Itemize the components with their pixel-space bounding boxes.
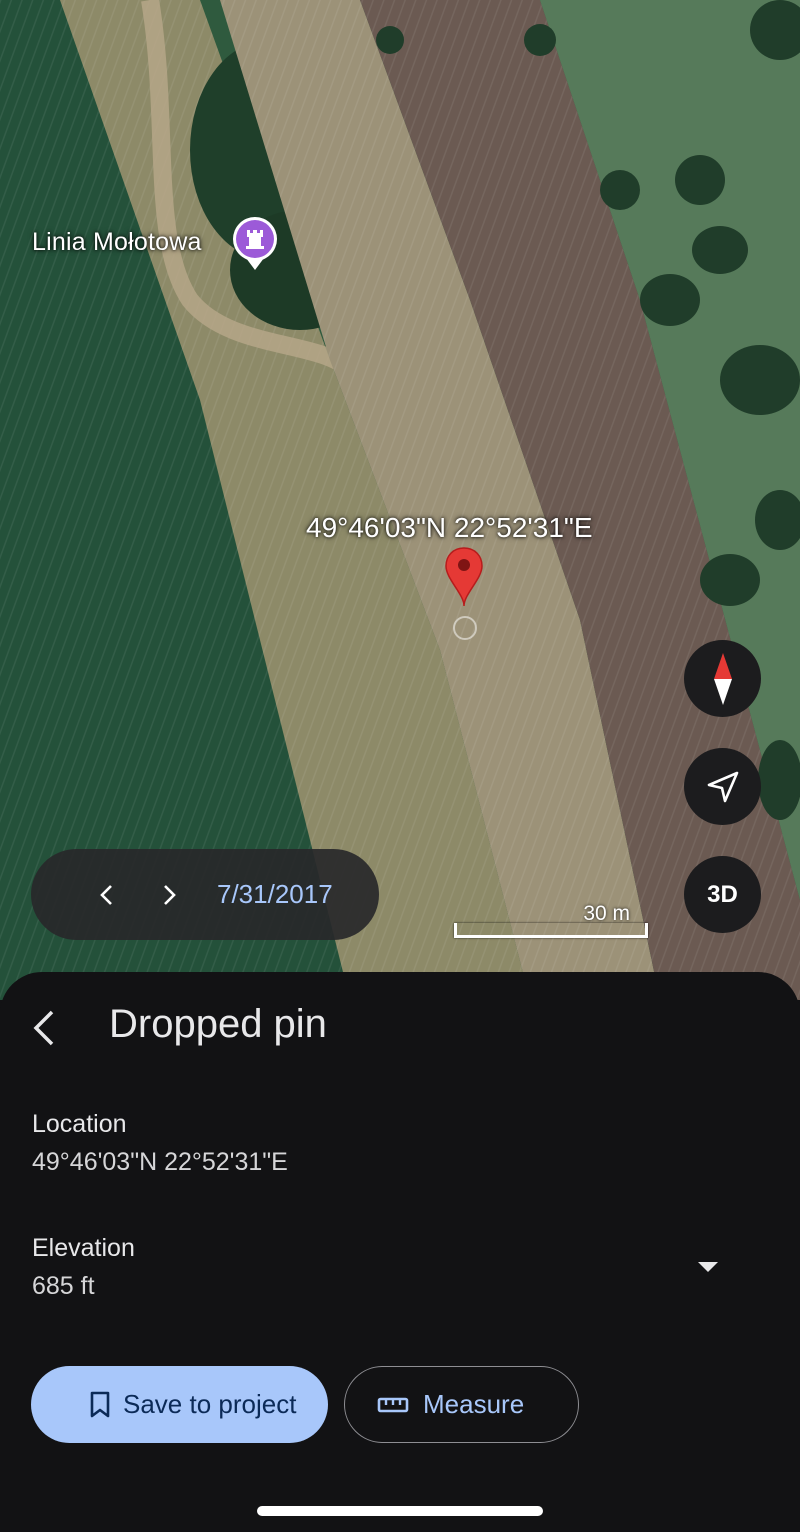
map-scale: 30 m bbox=[452, 900, 648, 940]
previous-date-button[interactable] bbox=[83, 871, 131, 919]
castle-icon[interactable] bbox=[230, 216, 280, 272]
pin-coordinates-label: 49°46'03"N 22°52'31"E bbox=[306, 512, 593, 543]
elevation-label: Elevation bbox=[32, 1234, 135, 1262]
satellite-map[interactable]: Linia Mołotowa 49°46'03"N 22°52'31"E 3D bbox=[0, 0, 800, 1000]
home-indicator[interactable] bbox=[257, 1506, 543, 1516]
3d-toggle-button[interactable]: 3D bbox=[684, 856, 761, 933]
next-date-button[interactable] bbox=[145, 871, 193, 919]
imagery-date[interactable]: 7/31/2017 bbox=[217, 879, 333, 910]
measure-button-label: Measure bbox=[423, 1389, 525, 1419]
elevation-value: 685 ft bbox=[32, 1272, 95, 1300]
elevation-expand-button[interactable] bbox=[690, 1252, 726, 1282]
back-button[interactable] bbox=[20, 1000, 68, 1056]
poi-label[interactable]: Linia Mołotowa bbox=[32, 228, 202, 257]
pin-ground-marker bbox=[453, 616, 477, 640]
compass-button[interactable] bbox=[684, 640, 761, 717]
scale-bar bbox=[454, 923, 648, 938]
caret-down-icon bbox=[698, 1262, 718, 1272]
location-value: 49°46'03"N 22°52'31"E bbox=[32, 1148, 288, 1176]
historical-imagery-bar: 7/31/2017 bbox=[31, 849, 379, 940]
compass-icon bbox=[713, 652, 732, 705]
measure-button[interactable]: Measure bbox=[344, 1366, 579, 1443]
chevron-left-icon bbox=[33, 1010, 54, 1046]
ruler-icon bbox=[377, 1397, 409, 1412]
page-title: Dropped pin bbox=[109, 1002, 327, 1046]
bookmark-icon bbox=[90, 1391, 110, 1417]
save-to-project-button[interactable]: Save to project bbox=[31, 1366, 328, 1443]
my-location-button[interactable] bbox=[684, 748, 761, 825]
place-details-sheet: Dropped pin Location 49°46'03"N 22°52'31… bbox=[0, 972, 800, 1532]
map-pin-icon[interactable] bbox=[444, 546, 484, 608]
location-label: Location bbox=[32, 1110, 127, 1138]
save-button-label: Save to project bbox=[123, 1389, 297, 1419]
chevron-left-icon bbox=[100, 885, 112, 905]
navigation-arrow-icon bbox=[707, 771, 738, 802]
chevron-right-icon bbox=[164, 885, 176, 905]
